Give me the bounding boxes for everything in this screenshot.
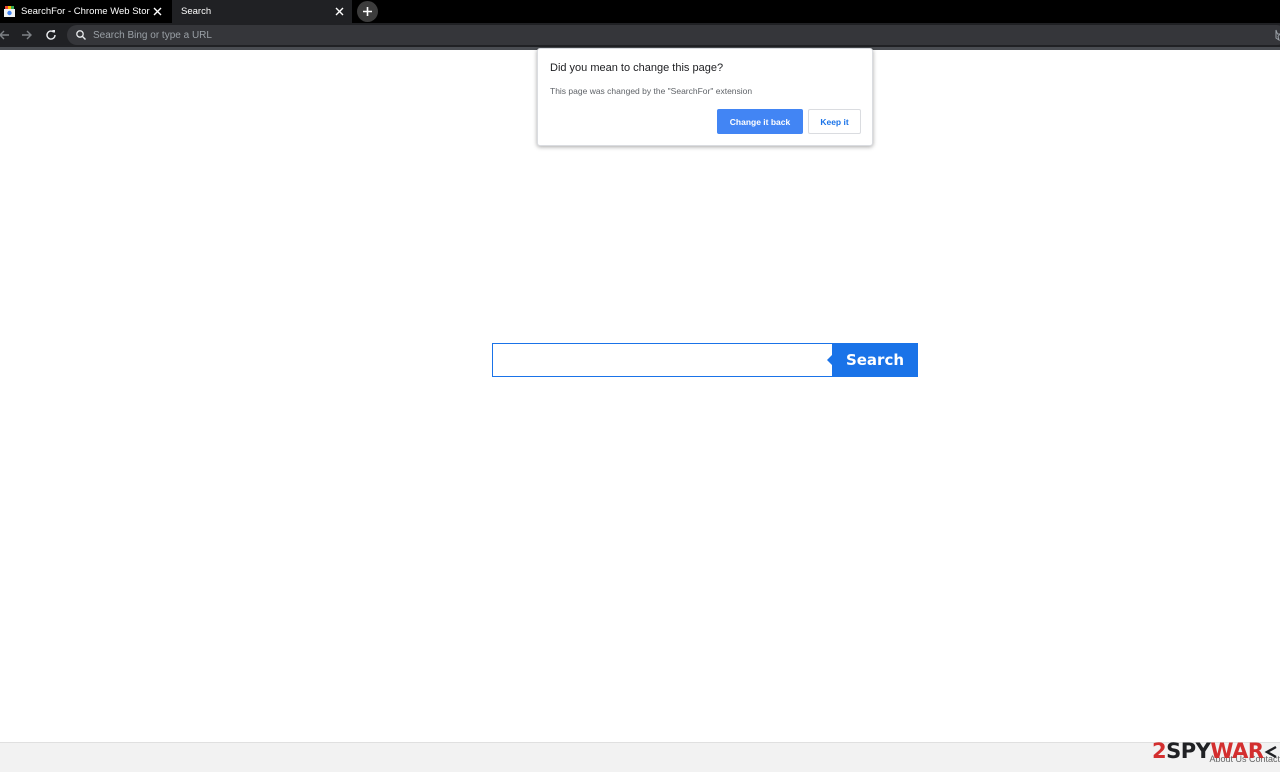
chrome-web-store-icon [4,6,15,17]
new-tab-button[interactable] [357,1,378,22]
close-tab-icon[interactable] [332,5,346,19]
search-button-notch [827,354,833,366]
reload-button[interactable] [43,27,59,43]
extension-change-dialog: Did you mean to change this page? This p… [537,48,873,146]
search-button-label: Search [845,351,905,369]
watermark-part-2: SPY [1166,739,1211,763]
watermark-part-1: 2 [1152,739,1167,763]
keep-it-button[interactable]: Keep it [808,109,861,134]
2spyware-watermark: 2SPYWAR [1152,739,1278,763]
reload-icon [46,30,56,40]
search-input[interactable] [492,343,832,377]
search-button[interactable]: Search [827,343,918,377]
browser-toolbar: Search Bing or type a URL [0,23,1280,47]
page-footer: About Us Contact [0,742,1280,772]
tab-strip: SearchFor - Chrome Web Store Search [0,0,1280,23]
omnibox-placeholder: Search Bing or type a URL [93,29,212,41]
change-it-back-button[interactable]: Change it back [717,109,803,134]
bookmark-star-icon[interactable] [1270,29,1280,41]
watermark-arrow-icon [1264,745,1277,759]
forward-button[interactable] [19,27,35,43]
back-button[interactable] [0,27,12,43]
close-tab-icon[interactable] [150,5,164,19]
omnibox[interactable]: Search Bing or type a URL [67,25,1280,45]
search-form: Search [492,343,918,377]
watermark-part-3: WAR [1210,739,1264,763]
arrow-left-icon [0,30,9,40]
plus-icon [363,7,372,16]
tab-search[interactable]: Search [172,0,352,23]
dialog-title: Did you mean to change this page? [550,62,724,74]
dialog-message: This page was changed by the "SearchFor"… [550,86,753,96]
tab-title: Search [181,6,212,17]
arrow-right-icon [22,30,32,40]
tab-title: SearchFor - Chrome Web Store [21,6,150,17]
search-icon [76,30,86,40]
tab-chrome-web-store[interactable]: SearchFor - Chrome Web Store [0,0,170,23]
